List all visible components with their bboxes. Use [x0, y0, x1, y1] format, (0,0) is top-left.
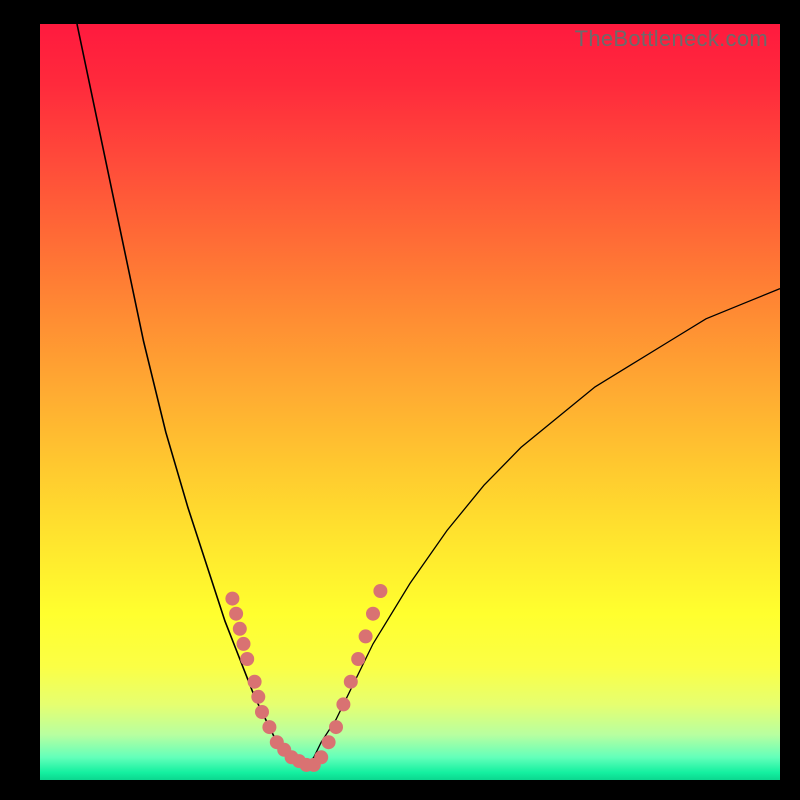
dot — [248, 675, 262, 689]
dot — [344, 675, 358, 689]
dot — [229, 607, 243, 621]
left-curve — [77, 24, 299, 765]
dot — [373, 584, 387, 598]
dot — [336, 697, 350, 711]
dot — [251, 690, 265, 704]
dot — [233, 622, 247, 636]
dot — [237, 637, 251, 651]
right-curve — [306, 289, 780, 765]
dot — [366, 607, 380, 621]
dot — [255, 705, 269, 719]
dot — [240, 652, 254, 666]
dot — [359, 629, 373, 643]
chart-svg — [40, 24, 780, 780]
dot — [322, 735, 336, 749]
dot — [314, 750, 328, 764]
dot — [225, 592, 239, 606]
plot-area: TheBottleneck.com — [40, 24, 780, 780]
dot — [262, 720, 276, 734]
highlight-dots — [225, 584, 387, 772]
chart-frame: TheBottleneck.com — [0, 0, 800, 800]
dot — [351, 652, 365, 666]
dot — [329, 720, 343, 734]
